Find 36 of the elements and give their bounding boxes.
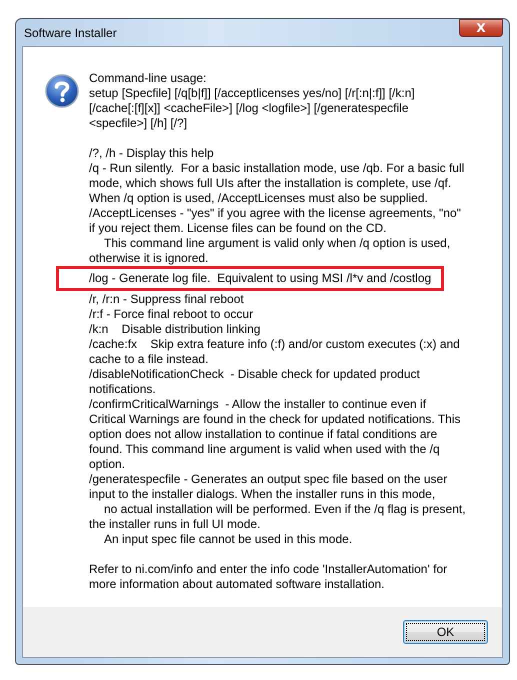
message-line: /cache:fx Skip extra feature info (:f) and/or custom executes (:x) and [89,337,460,352]
message-line: Command-line usage: [89,71,206,86]
message-line: setup [Specfile] [/q[b|f]] [/acceptlicenses yes/no] [/r[:n|:f]] [/k:n] [89,86,415,101]
message-line: /r:f - Force final reboot to occur [89,307,254,322]
message-line: the installer runs in full UI mode. [89,517,260,532]
message-line: notifications. [89,382,156,397]
message-line: if you reject them. License files can be found on the CD. [89,221,386,236]
message-line: cache to a file instead. [89,352,208,367]
message-line: /disableNotificationCheck - Disable check for updated product [89,367,420,382]
message-line: /q - Run silently. For a basic installation mode, use /qb. For a basic full [89,161,464,176]
question-icon [45,74,79,108]
message-line: Critical Warnings are found in the check for updated notifications. This [89,412,461,427]
message-line: input to the installer dialogs. When the installer runs in this mode, [89,487,436,502]
message-line: mode, which shows full UIs after the installation is complete, use /qf. [89,176,452,191]
message-line: more information about automated software installation. [89,577,384,592]
message-line: <specfile>] [/h] [/?] [89,116,188,131]
window-title: Software Installer [23,26,117,40]
message-line: found. This command line argument is valid when used with the /q [89,442,440,457]
message-line: /?, /h - Display this help [89,146,214,161]
close-button[interactable]: X [459,19,503,37]
message-line: option. [89,457,126,472]
message-line: no actual installation will be performed. Even if the /q flag is present, [103,502,466,517]
message-line: This command line argument is valid only when /q option is used, [103,236,450,251]
message-line: [/cache[:[f][x]] <cacheFile>] [/log <logfile>] [/generatespecfile [89,101,409,116]
ok-button[interactable]: OK [403,620,488,644]
message-line: otherwise it is ignored. [89,251,208,266]
message-line: option does not allow installation to continue if fatal conditions are [89,427,438,442]
message-line: /log - Generate log file. Equivalent to using MSI /l*v and /costlog [89,271,432,286]
message-line: /k:n Disable distribution linking [89,322,260,337]
message-line: /generatespecfile - Generates an output spec file based on the user [89,472,448,487]
message-line: /r, /r:n - Suppress final reboot [89,292,244,307]
message-line: /AcceptLicenses - "yes" if you agree with the license agreements, "no" [89,206,461,221]
message-line: Refer to ni.com/info and enter the info code 'InstallerAutomation' for [89,562,448,577]
message-line: /confirmCriticalWarnings - Allow the installer to continue even if [89,397,426,412]
message-line: An input spec file cannot be used in this mode. [103,532,352,547]
message-line: When /q option is used, /AcceptLicenses must also be supplied. [89,191,428,206]
